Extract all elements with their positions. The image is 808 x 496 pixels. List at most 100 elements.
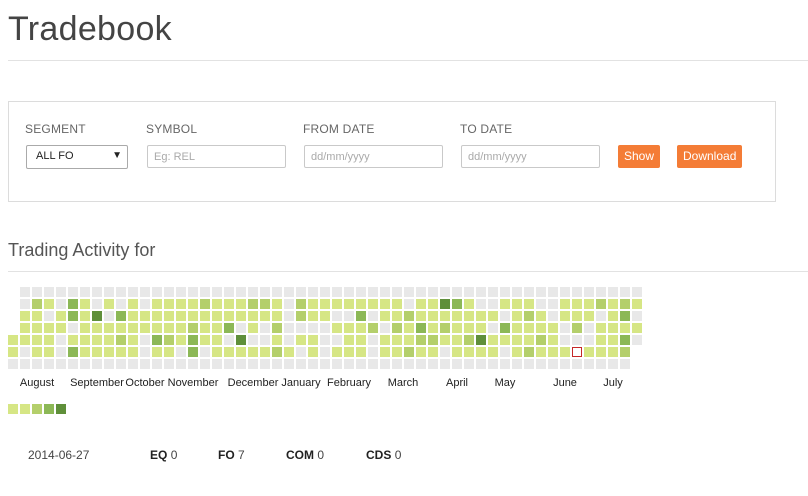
heatmap-day[interactable] xyxy=(416,359,426,369)
heatmap-day[interactable] xyxy=(152,299,162,309)
heatmap-day[interactable] xyxy=(416,335,426,345)
heatmap-day[interactable] xyxy=(548,323,558,333)
heatmap-day[interactable] xyxy=(80,335,90,345)
heatmap-day[interactable] xyxy=(296,359,306,369)
heatmap-day[interactable] xyxy=(608,287,618,297)
heatmap-day[interactable] xyxy=(452,335,462,345)
heatmap-day[interactable] xyxy=(140,359,150,369)
heatmap-day[interactable] xyxy=(272,287,282,297)
heatmap-day[interactable] xyxy=(344,287,354,297)
heatmap-day[interactable] xyxy=(488,299,498,309)
heatmap-day[interactable] xyxy=(248,311,258,321)
heatmap-day[interactable] xyxy=(260,299,270,309)
to-date-input[interactable] xyxy=(461,145,600,168)
heatmap-day[interactable] xyxy=(332,323,342,333)
heatmap-day[interactable] xyxy=(428,323,438,333)
heatmap-day[interactable] xyxy=(92,335,102,345)
heatmap-day[interactable] xyxy=(392,335,402,345)
heatmap-day[interactable] xyxy=(236,347,246,357)
heatmap-day[interactable] xyxy=(284,311,294,321)
heatmap-day[interactable] xyxy=(44,335,54,345)
heatmap-day[interactable] xyxy=(308,299,318,309)
heatmap-day[interactable] xyxy=(632,311,642,321)
heatmap-day[interactable] xyxy=(632,299,642,309)
heatmap-day[interactable] xyxy=(236,359,246,369)
heatmap-day[interactable] xyxy=(296,323,306,333)
heatmap-day[interactable] xyxy=(476,299,486,309)
heatmap-day[interactable] xyxy=(188,287,198,297)
heatmap-day[interactable] xyxy=(104,359,114,369)
heatmap-day[interactable] xyxy=(8,335,18,345)
heatmap-day[interactable] xyxy=(500,287,510,297)
heatmap-day[interactable] xyxy=(20,335,30,345)
heatmap-day[interactable] xyxy=(560,323,570,333)
heatmap-day[interactable] xyxy=(380,359,390,369)
heatmap-day[interactable] xyxy=(284,323,294,333)
heatmap-day[interactable] xyxy=(560,287,570,297)
heatmap-day[interactable] xyxy=(152,323,162,333)
heatmap-day[interactable] xyxy=(488,323,498,333)
heatmap-day[interactable] xyxy=(152,359,162,369)
heatmap-day[interactable] xyxy=(524,359,534,369)
heatmap-day[interactable] xyxy=(212,359,222,369)
heatmap-day[interactable] xyxy=(380,299,390,309)
heatmap-day[interactable] xyxy=(608,323,618,333)
heatmap-day[interactable] xyxy=(440,335,450,345)
heatmap-day[interactable] xyxy=(380,287,390,297)
heatmap-day[interactable] xyxy=(596,335,606,345)
heatmap-day[interactable] xyxy=(68,299,78,309)
heatmap-day[interactable] xyxy=(8,359,18,369)
heatmap-day[interactable] xyxy=(452,299,462,309)
heatmap-day[interactable] xyxy=(500,299,510,309)
heatmap-day[interactable] xyxy=(620,335,630,345)
heatmap-day[interactable] xyxy=(140,335,150,345)
heatmap-day[interactable] xyxy=(584,311,594,321)
heatmap-day[interactable] xyxy=(596,347,606,357)
heatmap-day[interactable] xyxy=(608,347,618,357)
heatmap-day[interactable] xyxy=(572,287,582,297)
heatmap-day[interactable] xyxy=(248,287,258,297)
heatmap-day[interactable] xyxy=(416,323,426,333)
heatmap-day[interactable] xyxy=(512,311,522,321)
heatmap-day[interactable] xyxy=(20,287,30,297)
heatmap-day[interactable] xyxy=(236,311,246,321)
heatmap-day[interactable] xyxy=(56,299,66,309)
heatmap-day[interactable] xyxy=(404,311,414,321)
heatmap-day[interactable] xyxy=(20,347,30,357)
heatmap-day[interactable] xyxy=(632,323,642,333)
heatmap-day[interactable] xyxy=(416,287,426,297)
heatmap-day[interactable] xyxy=(188,335,198,345)
heatmap-day[interactable] xyxy=(20,299,30,309)
heatmap-day[interactable] xyxy=(140,299,150,309)
heatmap-day[interactable] xyxy=(320,323,330,333)
heatmap-day[interactable] xyxy=(440,323,450,333)
heatmap-day[interactable] xyxy=(392,311,402,321)
heatmap-day[interactable] xyxy=(524,287,534,297)
heatmap-day[interactable] xyxy=(116,359,126,369)
heatmap-day[interactable] xyxy=(80,359,90,369)
heatmap-day[interactable] xyxy=(32,359,42,369)
heatmap-day[interactable] xyxy=(464,311,474,321)
heatmap-day[interactable] xyxy=(176,299,186,309)
heatmap-day[interactable] xyxy=(536,323,546,333)
heatmap-day[interactable] xyxy=(344,299,354,309)
heatmap-day[interactable] xyxy=(68,335,78,345)
heatmap-day[interactable] xyxy=(356,335,366,345)
heatmap-day[interactable] xyxy=(308,311,318,321)
heatmap-day[interactable] xyxy=(404,335,414,345)
heatmap-day[interactable] xyxy=(524,323,534,333)
heatmap-day[interactable] xyxy=(572,335,582,345)
heatmap-day[interactable] xyxy=(224,359,234,369)
heatmap-day[interactable] xyxy=(332,299,342,309)
heatmap-day[interactable] xyxy=(464,323,474,333)
heatmap-day[interactable] xyxy=(536,311,546,321)
heatmap-day[interactable] xyxy=(584,299,594,309)
heatmap-day[interactable] xyxy=(284,347,294,357)
heatmap-day[interactable] xyxy=(536,347,546,357)
heatmap-day[interactable] xyxy=(452,323,462,333)
heatmap-day[interactable] xyxy=(176,347,186,357)
heatmap-day[interactable] xyxy=(224,299,234,309)
heatmap-day[interactable] xyxy=(56,323,66,333)
heatmap-day[interactable] xyxy=(620,347,630,357)
heatmap-day[interactable] xyxy=(512,287,522,297)
